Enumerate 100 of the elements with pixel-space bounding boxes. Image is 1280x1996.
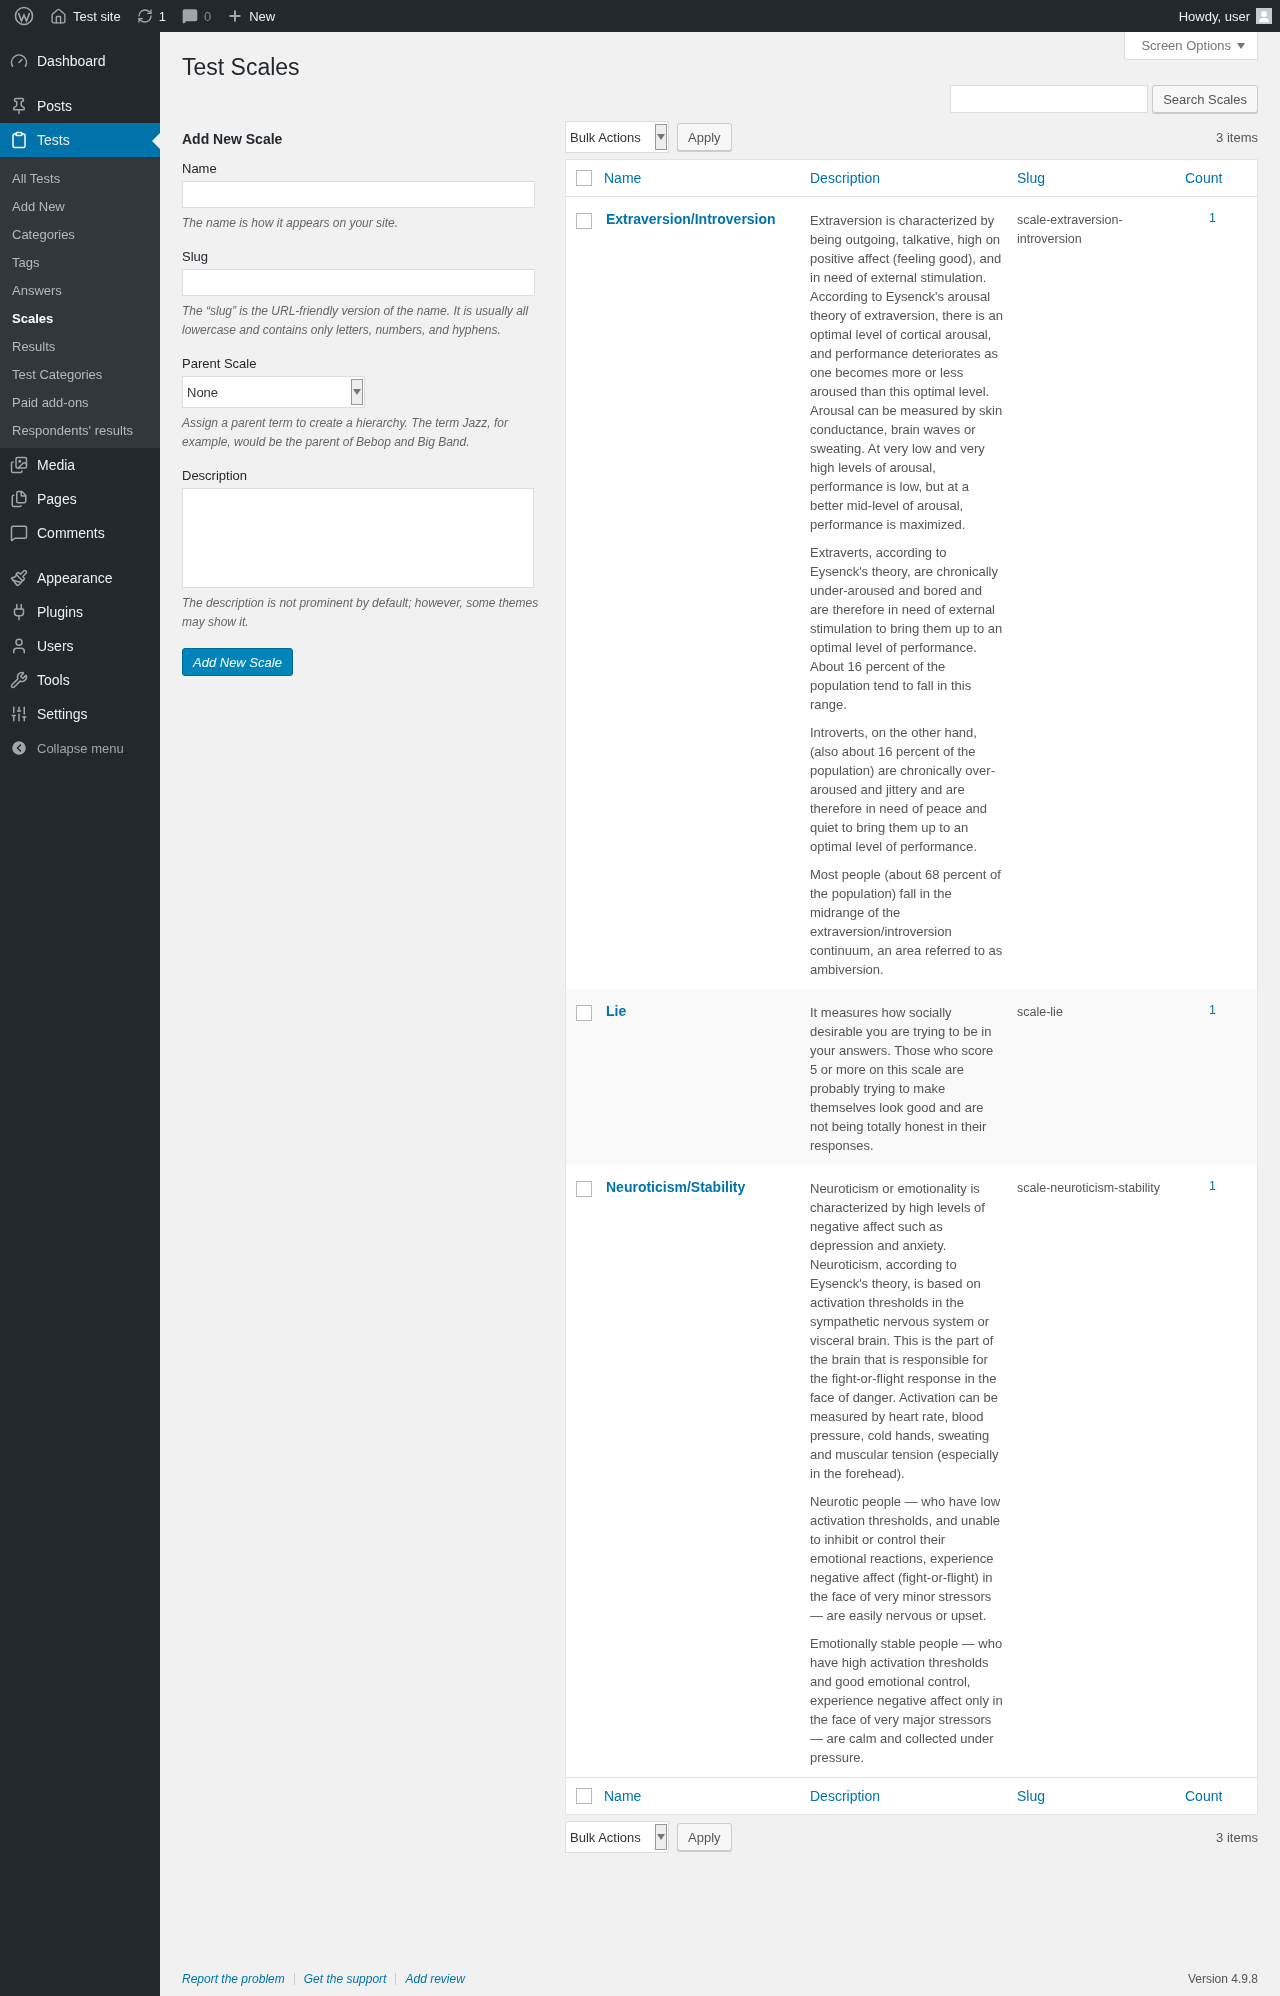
- menu-item[interactable]: Settings: [0, 697, 160, 731]
- menu-item[interactable]: Dashboard: [0, 44, 160, 78]
- submenu-item[interactable]: Scales: [0, 304, 160, 332]
- column-header[interactable]: Count: [1185, 160, 1257, 196]
- menu-item[interactable]: Media: [0, 448, 160, 482]
- submenu-item[interactable]: Test Categories: [0, 360, 160, 388]
- account-link[interactable]: Howdy, user: [1178, 8, 1272, 24]
- scale-name-link[interactable]: Lie: [600, 995, 806, 1019]
- description-text: Extraversion is characterized by being outgoing, talkative, high on positive affect (feeling good), and in need of external stimulation. According to Eysenck's arousal theory of extraversion, there is an optimal level of cortical arousal, and performance deteriorates as one becomes more or less aroused than this optimal level. Arousal can be measured by skin conductance, brain waves or sweating. At very low and very high levels of arousal, performance is low, but at a better mid-level of arousal, performance is maximized.: [810, 212, 1003, 534]
- column-header[interactable]: Count: [1185, 1778, 1257, 1814]
- images-icon: [10, 456, 28, 474]
- count-link[interactable]: 1: [1185, 995, 1257, 1017]
- menu-item[interactable]: Plugins: [0, 595, 160, 629]
- search-button[interactable]: Search Scales: [1152, 85, 1258, 113]
- sliders-icon: [10, 705, 28, 723]
- menu-item[interactable]: Users: [0, 629, 160, 663]
- column-header[interactable]: Name: [600, 160, 806, 196]
- speech-bubble-icon: [10, 524, 28, 542]
- search-field[interactable]: [950, 85, 1149, 113]
- apply-button[interactable]: Apply: [677, 1823, 732, 1851]
- parent-select[interactable]: None: [182, 376, 365, 408]
- submenu-item[interactable]: Paid add-ons: [0, 388, 160, 416]
- caret-icon: [655, 124, 667, 150]
- screen-options-tab[interactable]: Screen Options: [1124, 32, 1258, 60]
- checkbox[interactable]: [576, 170, 592, 186]
- page-title: Test Scales: [182, 53, 300, 81]
- footer-link[interactable]: Report the problem: [182, 1972, 285, 1986]
- menu-item[interactable]: Appearance: [0, 561, 160, 595]
- caret-icon: [351, 379, 363, 405]
- bulk-actions-select[interactable]: Bulk Actions: [565, 1821, 669, 1853]
- checkbox[interactable]: [576, 1005, 592, 1021]
- apply-button[interactable]: Apply: [677, 123, 732, 151]
- scale-name-link[interactable]: Extraversion/Introversion: [600, 203, 806, 227]
- checkbox[interactable]: [576, 1181, 592, 1197]
- field-hint: The name is how it appears on your site.: [182, 215, 400, 232]
- collapse-icon: [10, 739, 28, 757]
- field-label: Parent Scale: [182, 356, 258, 371]
- comments-link[interactable]: 0: [173, 0, 220, 32]
- speech-bubble-icon: [181, 8, 198, 24]
- pin-icon: [10, 97, 28, 115]
- wrench-icon: [10, 671, 28, 689]
- field-hint: The description is not prominent by default; however, some themes may show it.: [182, 595, 540, 631]
- footer-link[interactable]: Get the support: [303, 1972, 387, 1986]
- form-heading: Add New Scale: [182, 131, 284, 147]
- submenu-item[interactable]: Results: [0, 332, 160, 360]
- logo-icon[interactable]: [14, 6, 34, 26]
- gauge-icon: [10, 52, 28, 70]
- field-hint: The “slug” is the URL-friendly version of the name. It is usually all lowercase and contains only letters, numbers, and hyphens.: [182, 303, 530, 339]
- home-icon: [50, 7, 67, 25]
- item-count: 3 items: [1216, 129, 1258, 145]
- count-link[interactable]: 1: [1185, 1171, 1257, 1193]
- description-field[interactable]: [182, 488, 534, 588]
- input-field[interactable]: [182, 269, 535, 296]
- submenu-item[interactable]: Respondents' results: [0, 416, 160, 444]
- pages-icon: [10, 490, 28, 508]
- column-header[interactable]: Description: [806, 160, 1013, 196]
- field-label: Description: [182, 468, 249, 483]
- updates-link[interactable]: 1: [128, 0, 174, 32]
- submenu-item[interactable]: Tags: [0, 248, 160, 276]
- description-text: Most people (about 68 percent of the population) fall in the midrange of the extraversion/introversion continuum, an area referred to as ambiversion.: [810, 866, 1003, 979]
- slug-text: scale-lie: [1016, 1004, 1064, 1021]
- item-count: 3 items: [1216, 1829, 1258, 1845]
- caret-icon: [655, 1824, 667, 1850]
- refresh-icon: [136, 8, 153, 24]
- column-header[interactable]: Slug: [1013, 160, 1185, 196]
- description-text: Neurotic people — who have low activation thresholds, and unable to inhibit or control their emotional reactions, experience negative affect (fight-or-flight) in the face of very minor stressors — are easily nervous or upset.: [810, 1493, 1002, 1625]
- description-text: Emotionally stable people — who have high activation thresholds and good emotional control, experience negative affect only in the face of very major stressors — are calm and collected under pressure.: [810, 1635, 1003, 1767]
- version-text: Version 4.9.8: [1187, 1972, 1258, 1986]
- add-new-scale-button[interactable]: Add New Scale: [182, 648, 293, 676]
- column-header[interactable]: Name: [600, 1778, 806, 1814]
- site-link[interactable]: Test site: [42, 0, 129, 32]
- checkbox[interactable]: [576, 213, 592, 229]
- submenu-item[interactable]: Categories: [0, 220, 160, 248]
- footer-link[interactable]: Add review: [405, 1972, 465, 1986]
- input-field[interactable]: [182, 181, 535, 208]
- field-label: Slug: [182, 249, 210, 264]
- collapse-menu-button[interactable]: Collapse menu: [0, 731, 160, 765]
- count-link[interactable]: 1: [1185, 203, 1257, 225]
- bulk-actions-select[interactable]: Bulk Actions: [565, 121, 669, 153]
- column-header[interactable]: Description: [806, 1778, 1013, 1814]
- menu-item[interactable]: Posts: [0, 89, 160, 123]
- column-header[interactable]: Slug: [1013, 1778, 1185, 1814]
- description-text: Neuroticism or emotionality is characterized by high levels of negative affect such as depression and anxiety. Neuroticism, according to Eysenck's theory, is based on activation thresholds in the sympathetic nervous system or visceral brain. This is the part of the brain that is responsible for the fight-or-flight response in the face of danger. Activation can be measured by heart rate, blood pressure, cold hands, sweating and muscular tension (especially in the forehead).: [810, 1180, 1000, 1483]
- description-text: It measures how socially desirable you are trying to be in your answers. Those who score 5 or more on this scale are probably trying to make themselves look good and are not being totally honest in their responses.: [810, 1004, 995, 1155]
- avatar-icon: [1256, 8, 1272, 24]
- scale-name-link[interactable]: Neuroticism/Stability: [600, 1171, 806, 1195]
- checkbox[interactable]: [576, 1788, 592, 1804]
- clipboard-icon: [10, 131, 28, 149]
- menu-item[interactable]: Pages: [0, 482, 160, 516]
- slug-text: scale-neuroticism-stability: [1016, 1180, 1162, 1197]
- field-hint: Assign a parent term to create a hierarchy. The term Jazz, for example, would be the parent of Bebop and Big Band.: [182, 415, 510, 451]
- menu-item[interactable]: Comments: [0, 516, 160, 550]
- menu-item[interactable]: Tests: [0, 123, 160, 157]
- description-text: Extraverts, according to Eysenck's theory, are chronically under-aroused and bored and are therefore in need of external stimulation to bring them up to an optimal level of performance. About 16 percent of the population tend to fall in this range.: [810, 544, 1003, 714]
- submenu-item[interactable]: Answers: [0, 276, 160, 304]
- menu-item[interactable]: Tools: [0, 663, 160, 697]
- submenu-item[interactable]: Add New: [0, 192, 160, 220]
- submenu-item[interactable]: All Tests: [0, 164, 160, 192]
- new-link[interactable]: New: [219, 0, 284, 32]
- paintbrush-icon: [10, 569, 28, 587]
